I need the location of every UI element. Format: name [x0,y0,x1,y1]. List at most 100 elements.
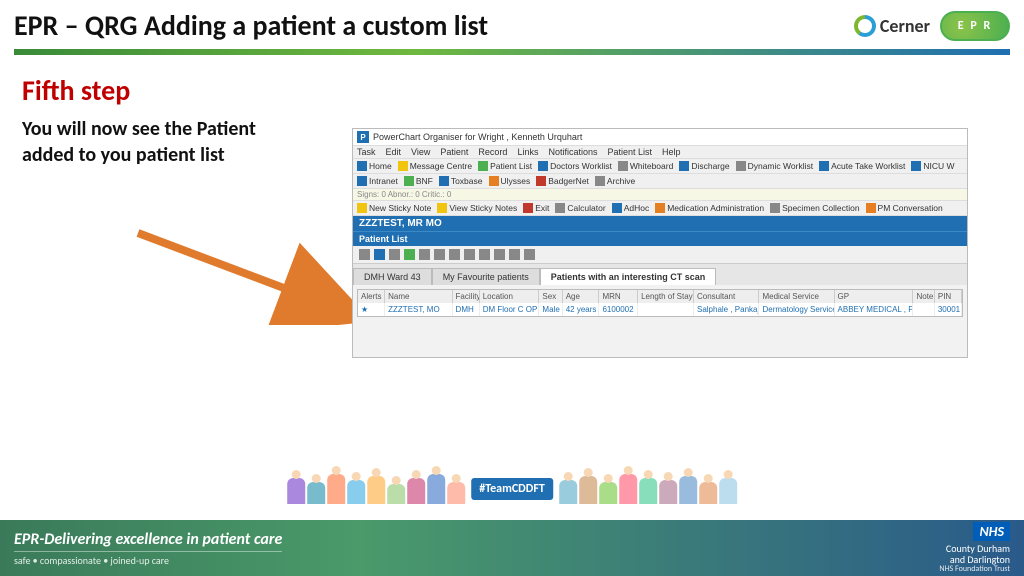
tb-nicu[interactable]: NICU W [911,161,954,171]
tb-message-centre[interactable]: Message Centre [398,161,472,171]
menu-task[interactable]: Task [357,147,376,157]
footer-subtitle: safe • compassionate • joined-up care [14,551,282,567]
col-facility[interactable]: Facility [453,290,480,303]
tb-archive[interactable]: Archive [595,176,635,186]
patient-table: Alerts Name Facility Location Sex Age MR… [357,289,963,317]
menu-notifications[interactable]: Notifications [548,147,597,157]
cell-gp: ABBEY MEDICAL , PRACTICE [835,303,914,316]
patient-name: ZZZTEST, MR MO [359,218,442,229]
tb-med-admin[interactable]: Medication Administration [655,203,764,213]
trust-name: County Durham and Darlington NHS Foundat… [939,543,1010,574]
tb-doctors-worklist[interactable]: Doctors Worklist [538,161,612,171]
strip-icon[interactable] [464,249,475,260]
col-note[interactable]: Note [913,290,934,303]
callout-arrow-icon [130,225,370,325]
strip-icon[interactable] [449,249,460,260]
cell-service: Dermatology Service [759,303,834,316]
col-pin[interactable]: PIN [935,290,962,303]
col-location[interactable]: Location [480,290,540,303]
menu-record[interactable]: Record [478,147,507,157]
strip-icon[interactable] [374,249,385,260]
menu-view[interactable]: View [411,147,430,157]
tab-favourites[interactable]: My Favourite patients [432,268,540,285]
menu-links[interactable]: Links [517,147,538,157]
footer-right: NHS County Durham and Darlington NHS Fou… [939,522,1010,574]
strip-icon[interactable] [404,249,415,260]
col-consultant[interactable]: Consultant [694,290,759,303]
cell-pin: 30001 [935,303,962,316]
tb-dynamic-worklist[interactable]: Dynamic Worklist [736,161,814,171]
tb-ulysses[interactable]: Ulysses [489,176,531,186]
page-title: EPR – QRG Adding a patient a custom list [14,8,488,43]
col-alerts[interactable]: Alerts [358,290,385,303]
patient-banner: ZZZTEST, MR MO [353,216,967,231]
toolbar-row-3: New Sticky Note View Sticky Notes Exit C… [353,201,967,216]
window-titlebar: P PowerChart Organiser for Wright , Kenn… [353,129,967,146]
col-gp[interactable]: GP [835,290,914,303]
strip-icon[interactable] [494,249,505,260]
col-age[interactable]: Age [563,290,600,303]
col-name[interactable]: Name [385,290,452,303]
cell-location: DM Floor C OP [480,303,540,316]
tb-toxbase[interactable]: Toxbase [439,176,483,186]
col-service[interactable]: Medical Service [759,290,834,303]
menu-patient-list[interactable]: Patient List [607,147,652,157]
tb-discharge[interactable]: Discharge [679,161,729,171]
cell-note [913,303,934,316]
cell-sex: Male [539,303,562,316]
tb-badgernet[interactable]: BadgerNet [536,176,589,186]
table-row[interactable]: ★ ZZZTEST, MO DMH DM Floor C OP Male 42 … [358,303,962,316]
nhs-logo: NHS [973,522,1010,541]
tb-view-sticky[interactable]: View Sticky Notes [437,203,517,213]
tb-intranet[interactable]: Intranet [357,176,398,186]
strip-icon[interactable] [524,249,535,260]
strip-icon[interactable] [434,249,445,260]
tb-new-sticky[interactable]: New Sticky Note [357,203,431,213]
cerner-logo: Cerner [854,15,930,37]
app-screenshot: P PowerChart Organiser for Wright , Kenn… [352,128,968,358]
tb-home[interactable]: Home [357,161,392,171]
tb-pm-conv[interactable]: PM Conversation [866,203,943,213]
tb-bnf[interactable]: BNF [404,176,433,186]
cell-age: 42 years [563,303,600,316]
tb-patient-list[interactable]: Patient List [478,161,532,171]
col-los[interactable]: Length of Stay [638,290,694,303]
strip-icon[interactable] [479,249,490,260]
table-header: Alerts Name Facility Location Sex Age MR… [358,290,962,303]
epr-label: E P R [958,19,992,33]
step-title: Fifth step [0,55,1024,114]
logo-group: Cerner E P R [854,11,1010,41]
epr-logo: E P R [940,11,1010,41]
menu-bar[interactable]: Task Edit View Patient Record Links Noti… [353,146,967,159]
tab-ward43[interactable]: DMH Ward 43 [353,268,432,285]
tb-specimen[interactable]: Specimen Collection [770,203,859,213]
tb-adhoc[interactable]: AdHoc [612,203,650,213]
window-title-text: PowerChart Organiser for Wright , Kennet… [373,132,582,142]
toolbar-row-2: Intranet BNF Toxbase Ulysses BadgerNet A… [353,174,967,189]
toolbar-row-1: Home Message Centre Patient List Doctors… [353,159,967,174]
menu-help[interactable]: Help [662,147,681,157]
cell-facility: DMH [453,303,480,316]
strip-icon[interactable] [419,249,430,260]
cell-consultant: Salphale , Pankaj [694,303,759,316]
team-badge: #TeamCDDFT [471,478,553,500]
tab-interesting-ct[interactable]: Patients with an interesting CT scan [540,268,717,285]
footer: EPR-Delivering excellence in patient car… [0,520,1024,576]
sub-banner: Patient List [353,231,967,246]
cell-mrn: 6100002 [599,303,638,316]
step-body: You will now see the Patient added to yo… [0,114,310,168]
cell-name: ZZZTEST, MO [385,303,452,316]
tb-exit[interactable]: Exit [523,203,549,213]
menu-patient[interactable]: Patient [440,147,468,157]
strip-icon[interactable] [509,249,520,260]
col-sex[interactable]: Sex [539,290,562,303]
col-mrn[interactable]: MRN [599,290,638,303]
tb-acute-take[interactable]: Acute Take Worklist [819,161,905,171]
strip-icon[interactable] [389,249,400,260]
status-line: Signs: 0 Abnor.: 0 Critic.: 0 [353,189,967,201]
app-icon: P [357,131,369,143]
strip-icon[interactable] [359,249,370,260]
tb-whiteboard[interactable]: Whiteboard [618,161,673,171]
tb-calculator[interactable]: Calculator [555,203,605,213]
menu-edit[interactable]: Edit [386,147,402,157]
